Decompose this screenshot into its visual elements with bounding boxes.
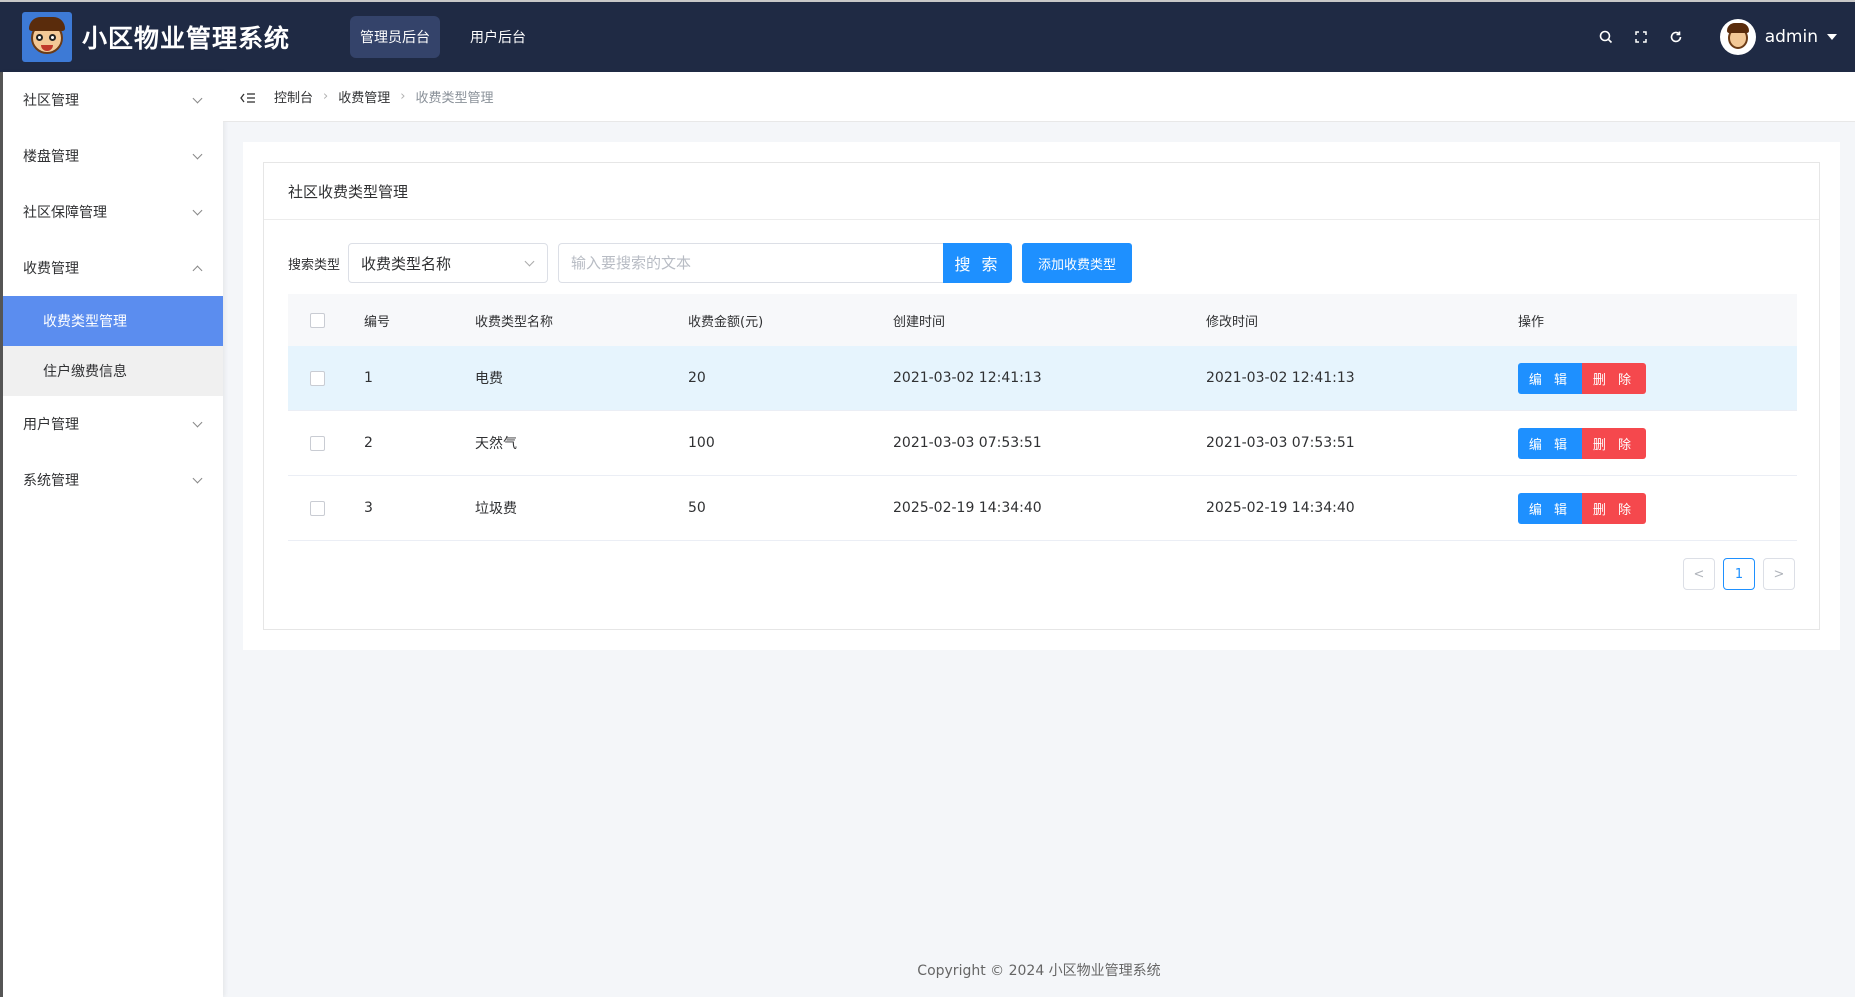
search-bar: 搜索类型 收费类型名称 搜 索 添加收费类型 [288, 243, 1133, 283]
search-button[interactable]: 搜 索 [943, 243, 1013, 283]
column-header: 操作 [1518, 314, 1545, 330]
table-header: 编号 收费类型名称 收费金额(元) 创建时间 修改时间 操作 [288, 294, 1797, 346]
chevron-down-icon[interactable] [1827, 34, 1837, 40]
menu-fold-icon[interactable] [240, 90, 256, 104]
delete-button[interactable]: 删 除 [1582, 492, 1646, 524]
cell-amount: 20 [688, 370, 706, 386]
search-type-value: 收费类型名称 [361, 254, 452, 273]
sidebar-item-label: 社区管理 [23, 93, 79, 109]
chevron-right-icon: › [323, 89, 329, 104]
breadcrumb-current: 收费类型管理 [415, 91, 494, 106]
cell-id: 2 [364, 435, 373, 451]
column-header: 修改时间 [1206, 314, 1259, 330]
column-header: 收费类型名称 [475, 314, 554, 330]
sidebar-subitem-resident-payments[interactable]: 住户缴费信息 [3, 346, 223, 396]
fee-type-card: 社区收费类型管理 搜索类型 收费类型名称 搜 索 添加收费类型 编号 收费类型名… [263, 162, 1820, 630]
username[interactable]: admin [1765, 27, 1818, 47]
sidebar-item-label: 收费管理 [23, 261, 79, 277]
chevron-right-icon: › [400, 89, 406, 104]
fee-type-table: 编号 收费类型名称 收费金额(元) 创建时间 修改时间 操作 1 电费 20 2… [288, 294, 1797, 541]
row-checkbox[interactable] [310, 370, 325, 386]
sidebar-item-label: 系统管理 [23, 473, 79, 489]
table-row[interactable]: 3 垃圾费 50 2025-02-19 14:34:40 2025-02-19 … [288, 476, 1797, 541]
sidebar-subitem-fee-types[interactable]: 收费类型管理 [3, 296, 223, 346]
next-page-button[interactable]: > [1763, 558, 1795, 590]
column-header: 收费金额(元) [688, 314, 764, 330]
chevron-down-icon [192, 473, 203, 484]
cell-created: 2025-02-19 14:34:40 [893, 500, 1042, 516]
cell-created: 2021-03-02 12:41:13 [893, 370, 1042, 386]
cell-id: 1 [364, 370, 373, 386]
chevron-down-icon [192, 205, 203, 216]
pagination: < 1 > [1675, 558, 1795, 590]
chevron-down-icon [524, 256, 535, 267]
sidebar: 社区管理 楼盘管理 社区保障管理 收费管理 收费类型管理 住户缴费信息 用户管理… [0, 72, 223, 997]
tab-admin-backend[interactable]: 管理员后台 [350, 16, 441, 58]
chevron-down-icon [192, 93, 203, 104]
refresh-icon[interactable] [1667, 28, 1685, 46]
cell-name: 电费 [475, 371, 503, 387]
cell-id: 3 [364, 500, 373, 516]
cell-modified: 2021-03-03 07:53:51 [1206, 435, 1355, 451]
sidebar-item-label: 社区保障管理 [23, 205, 107, 221]
sidebar-item-label: 楼盘管理 [23, 149, 79, 165]
edit-button[interactable]: 编 辑 [1518, 362, 1582, 394]
app-logo-icon [22, 12, 72, 62]
card-title: 社区收费类型管理 [264, 163, 1819, 220]
cell-amount: 50 [688, 500, 706, 516]
avatar[interactable] [1719, 19, 1756, 55]
cell-name: 垃圾费 [475, 501, 517, 517]
sidebar-item-fees[interactable]: 收费管理 [3, 240, 223, 296]
app-title: 小区物业管理系统 [82, 24, 291, 53]
page-button[interactable]: 1 [1723, 558, 1755, 590]
table-row[interactable]: 2 天然气 100 2021-03-03 07:53:51 2021-03-03… [288, 411, 1797, 476]
cell-modified: 2021-03-02 12:41:13 [1206, 370, 1355, 386]
tab-user-backend[interactable]: 用户后台 [460, 16, 536, 58]
sidebar-item-label: 用户管理 [23, 417, 79, 433]
cell-name: 天然气 [475, 436, 517, 452]
cell-modified: 2025-02-19 14:34:40 [1206, 500, 1355, 516]
row-checkbox[interactable] [310, 435, 325, 451]
edit-button[interactable]: 编 辑 [1518, 492, 1582, 524]
sidebar-item-community-security[interactable]: 社区保障管理 [3, 184, 223, 240]
breadcrumb-dashboard[interactable]: 控制台 [274, 87, 313, 106]
column-header: 编号 [364, 314, 391, 330]
breadcrumb: 控制台 › 收费管理 › 收费类型管理 [223, 72, 1855, 122]
chevron-down-icon [192, 149, 203, 160]
chevron-down-icon [192, 417, 203, 428]
top-header: 小区物业管理系统 管理员后台 用户后台 admin [0, 0, 1855, 72]
delete-button[interactable]: 删 除 [1582, 427, 1646, 459]
sidebar-item-community[interactable]: 社区管理 [3, 72, 223, 128]
chevron-up-icon [192, 265, 203, 276]
edit-button[interactable]: 编 辑 [1518, 427, 1582, 459]
select-all-checkbox[interactable] [310, 312, 325, 328]
sidebar-item-buildings[interactable]: 楼盘管理 [3, 128, 223, 184]
breadcrumb-fees[interactable]: 收费管理 [338, 87, 390, 106]
search-type-select[interactable]: 收费类型名称 [348, 243, 549, 283]
sidebar-item-system[interactable]: 系统管理 [3, 452, 223, 508]
search-input[interactable] [558, 243, 944, 283]
table-row[interactable]: 1 电费 20 2021-03-02 12:41:13 2021-03-02 1… [288, 346, 1797, 411]
add-fee-type-button[interactable]: 添加收费类型 [1022, 243, 1133, 283]
column-header: 创建时间 [893, 314, 946, 330]
footer-copyright: Copyright © 2024 小区物业管理系统 [917, 963, 1161, 979]
cell-created: 2021-03-03 07:53:51 [893, 435, 1042, 451]
main-panel: 社区收费类型管理 搜索类型 收费类型名称 搜 索 添加收费类型 编号 收费类型名… [243, 142, 1840, 650]
sidebar-item-users[interactable]: 用户管理 [3, 396, 223, 452]
prev-page-button[interactable]: < [1683, 558, 1715, 590]
search-type-label: 搜索类型 [288, 257, 341, 273]
search-icon[interactable] [1597, 28, 1615, 46]
delete-button[interactable]: 删 除 [1582, 362, 1646, 394]
row-checkbox[interactable] [310, 500, 325, 516]
cell-amount: 100 [688, 435, 715, 451]
fullscreen-icon[interactable] [1632, 28, 1650, 46]
